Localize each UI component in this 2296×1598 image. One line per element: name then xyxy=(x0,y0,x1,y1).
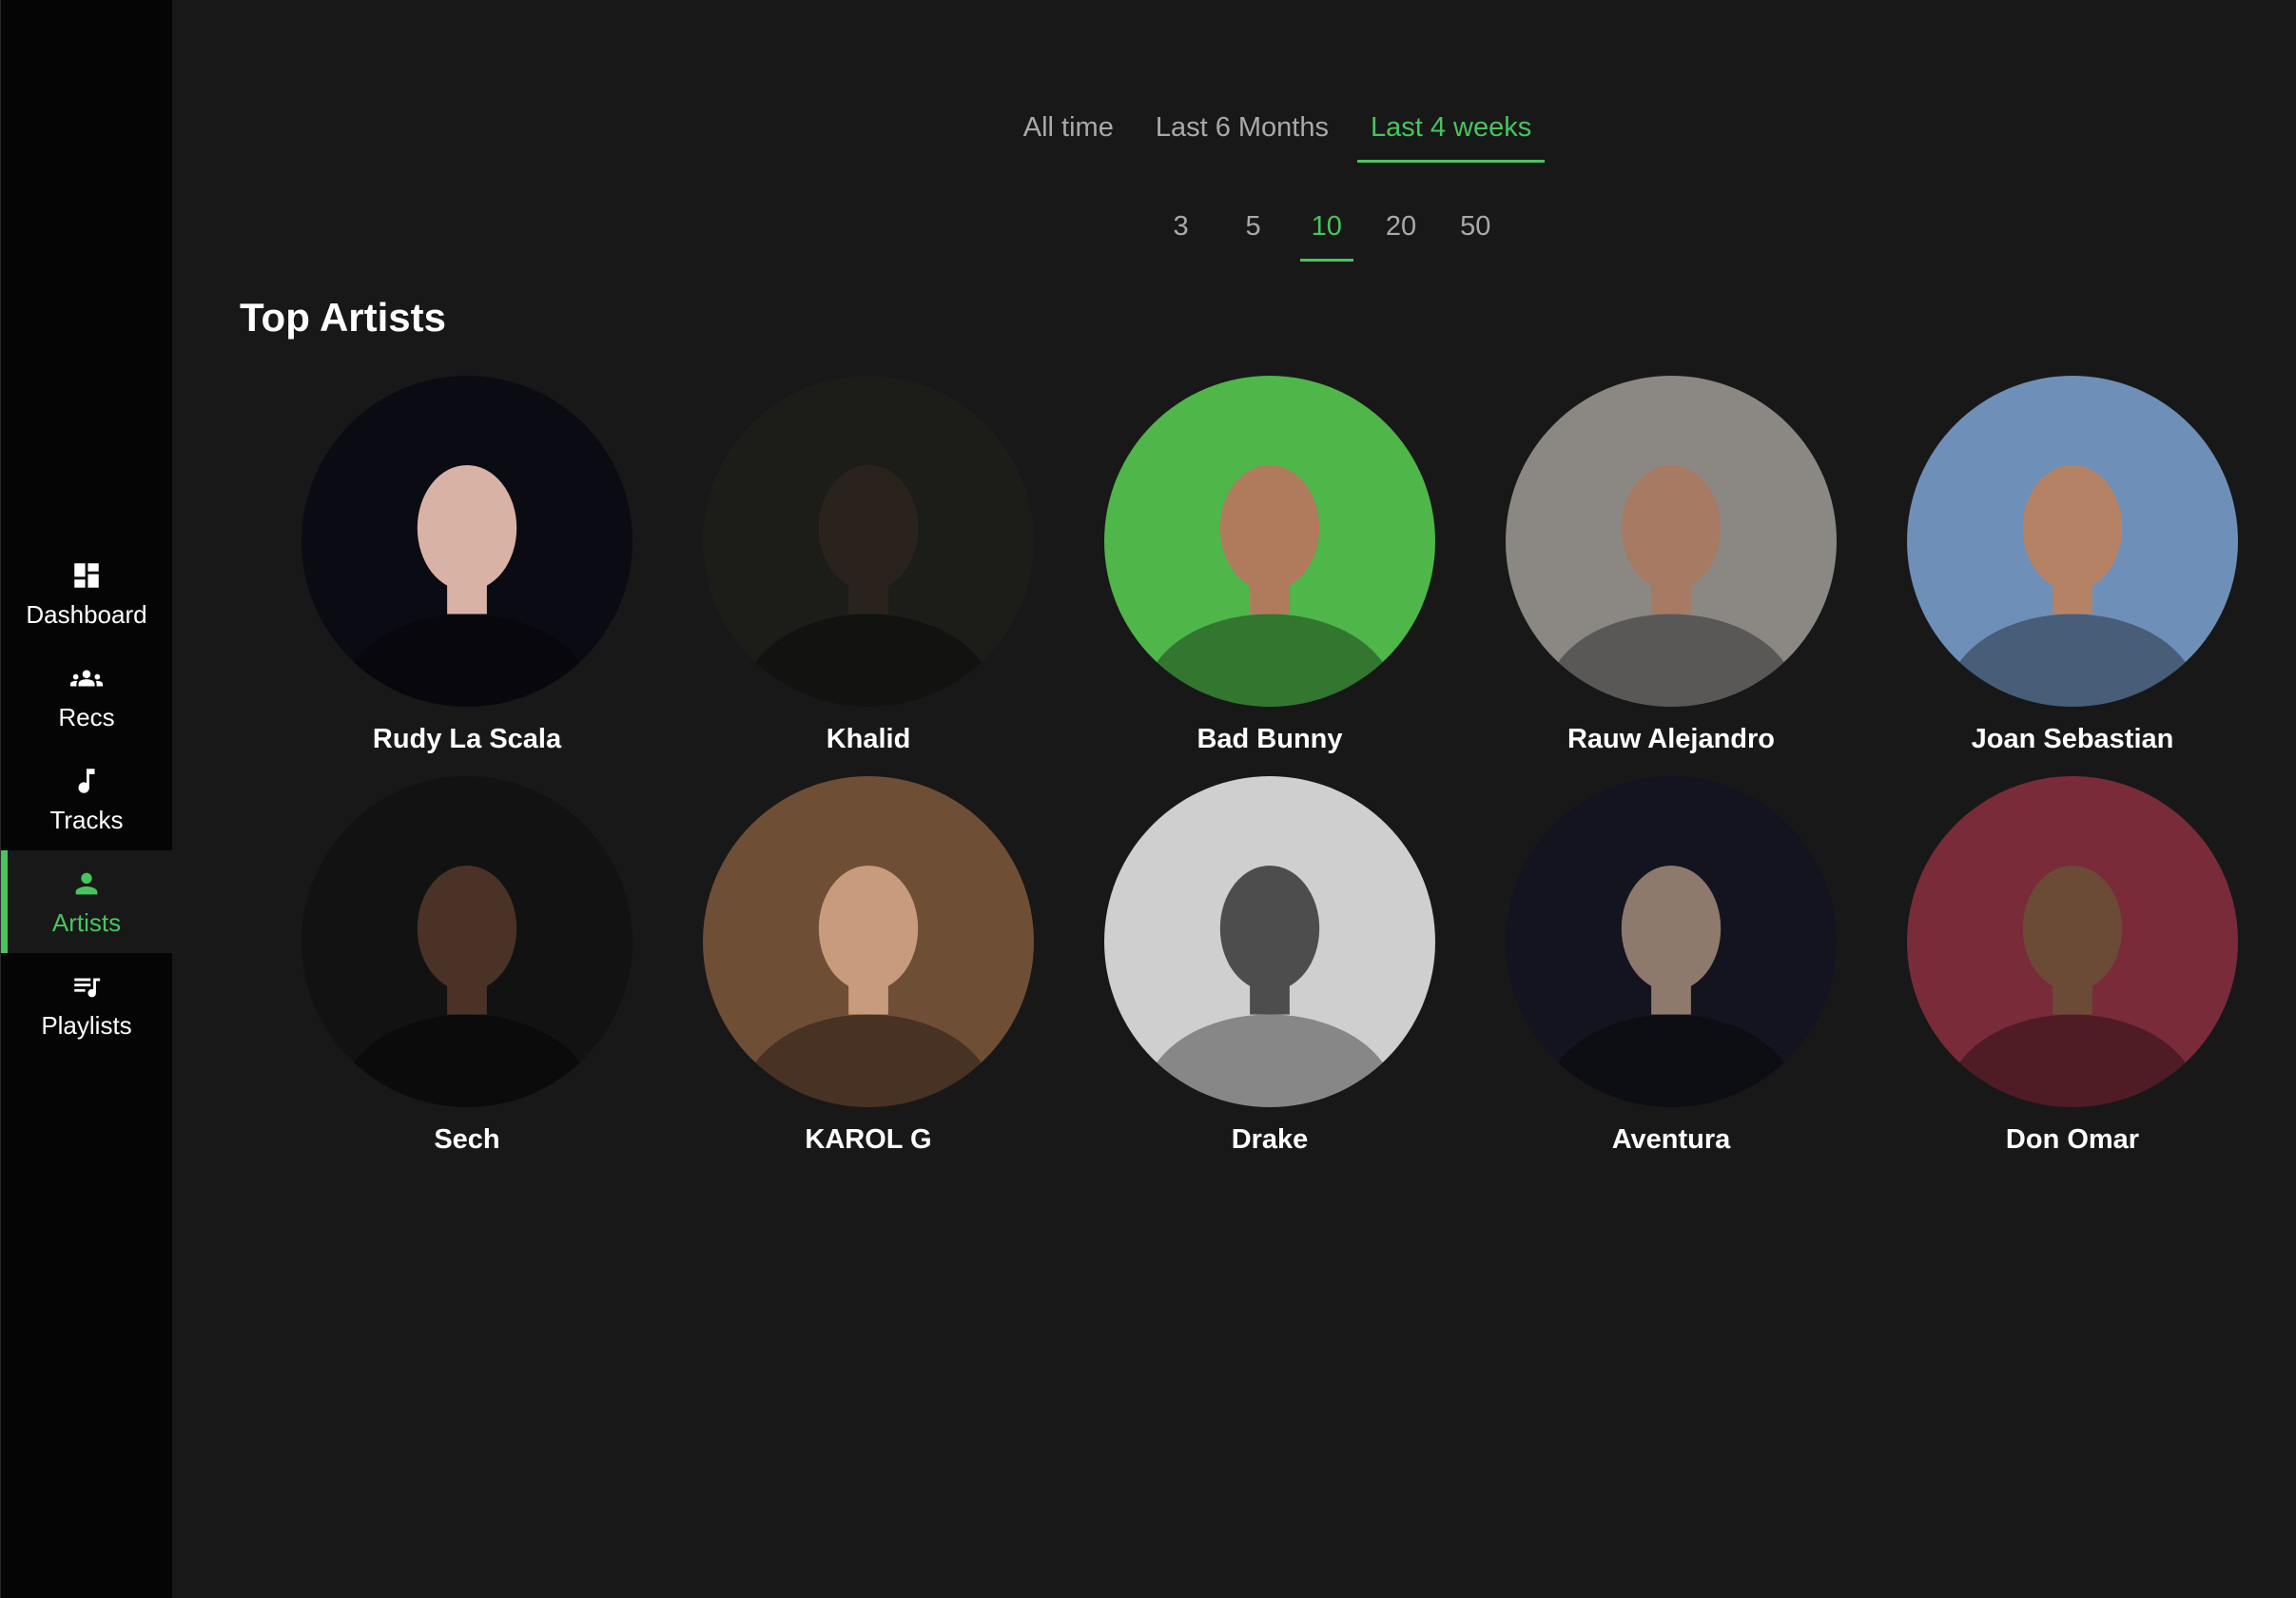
tab-limit-10[interactable]: 10 xyxy=(1298,207,1355,262)
artist-card[interactable]: Rudy La Scala xyxy=(266,376,668,776)
dashboard-icon xyxy=(69,558,104,593)
artist-photo xyxy=(1104,376,1435,707)
artist-name: Rudy La Scala xyxy=(372,724,562,754)
artist-photo xyxy=(302,776,632,1107)
sidebar-item-label: Playlists xyxy=(41,1010,132,1040)
artist-card[interactable]: Aventura xyxy=(1470,776,1872,1177)
sidebar-item-dashboard[interactable]: Dashboard xyxy=(1,542,172,645)
tab-limit-20[interactable]: 20 xyxy=(1372,207,1430,262)
page-title: Top Artists xyxy=(240,295,446,340)
music-note-icon xyxy=(69,764,104,798)
artist-card[interactable]: Drake xyxy=(1069,776,1470,1177)
sidebar-item-label: Dashboard xyxy=(26,599,147,629)
artist-card[interactable]: Rauw Alejandro xyxy=(1470,376,1872,776)
artist-avatar xyxy=(1907,376,2238,707)
artist-card[interactable]: KAROL G xyxy=(668,776,1069,1177)
artist-photo xyxy=(1907,776,2238,1107)
artist-name: Aventura xyxy=(1611,1124,1731,1155)
artist-grid: Rudy La Scala Khalid Bad Bunny Rauw Alej… xyxy=(266,376,2245,1177)
artist-card[interactable]: Don Omar xyxy=(1872,776,2273,1177)
sidebar-item-artists[interactable]: Artists xyxy=(1,850,172,953)
artist-photo xyxy=(1506,776,1837,1107)
artist-avatar xyxy=(703,776,1034,1107)
artist-avatar xyxy=(302,776,632,1107)
main-content: All time Last 6 Months Last 4 weeks 3 5 … xyxy=(171,0,2296,1598)
artist-photo xyxy=(703,376,1034,707)
playlist-icon xyxy=(69,969,104,1004)
time-range-tabs: All time Last 6 Months Last 4 weeks xyxy=(171,105,2296,163)
sidebar-item-label: Recs xyxy=(58,702,115,731)
artist-card[interactable]: Bad Bunny xyxy=(1069,376,1470,776)
person-icon xyxy=(69,867,104,901)
artist-photo xyxy=(703,776,1034,1107)
artist-name: Drake xyxy=(1231,1124,1309,1155)
artist-avatar xyxy=(1506,776,1837,1107)
sidebar: Dashboard Recs Tracks Artists Playlists xyxy=(0,0,172,1598)
people-icon xyxy=(69,661,104,695)
sidebar-item-playlists[interactable]: Playlists xyxy=(1,953,172,1056)
tab-all-time[interactable]: All time xyxy=(1010,105,1127,163)
tab-limit-5[interactable]: 5 xyxy=(1226,207,1281,262)
artist-avatar xyxy=(1104,376,1435,707)
artist-photo xyxy=(1506,376,1837,707)
artist-avatar xyxy=(302,376,632,707)
sidebar-item-recs[interactable]: Recs xyxy=(1,645,172,748)
artist-avatar xyxy=(1104,776,1435,1107)
artist-avatar xyxy=(1907,776,2238,1107)
artist-name: Khalid xyxy=(826,724,911,754)
artist-card[interactable]: Sech xyxy=(266,776,668,1177)
tab-last-6-months[interactable]: Last 6 Months xyxy=(1142,105,1342,163)
artist-name: Don Omar xyxy=(2005,1124,2140,1155)
artist-avatar xyxy=(1506,376,1837,707)
sidebar-item-tracks[interactable]: Tracks xyxy=(1,748,172,850)
app-window: Dashboard Recs Tracks Artists Playlists … xyxy=(0,0,2296,1598)
limit-tabs: 3 5 10 20 50 xyxy=(171,207,2296,262)
artist-photo xyxy=(1104,776,1435,1107)
artist-avatar xyxy=(703,376,1034,707)
artist-name: Joan Sebastian xyxy=(1971,724,2174,754)
artist-name: Sech xyxy=(434,1124,500,1155)
tab-limit-3[interactable]: 3 xyxy=(1154,207,1209,262)
sidebar-item-label: Artists xyxy=(51,907,122,937)
tab-last-4-weeks[interactable]: Last 4 weeks xyxy=(1356,105,1546,163)
artist-name: Rauw Alejandro xyxy=(1566,724,1776,754)
artist-card[interactable]: Joan Sebastian xyxy=(1872,376,2273,776)
artist-card[interactable]: Khalid xyxy=(668,376,1069,776)
tab-limit-50[interactable]: 50 xyxy=(1447,207,1504,262)
artist-photo xyxy=(1907,376,2238,707)
sidebar-item-label: Tracks xyxy=(49,805,124,834)
artist-name: Bad Bunny xyxy=(1197,724,1343,754)
artist-photo xyxy=(302,376,632,707)
artist-name: KAROL G xyxy=(805,1124,932,1155)
sidebar-nav: Dashboard Recs Tracks Artists Playlists xyxy=(1,542,172,1056)
